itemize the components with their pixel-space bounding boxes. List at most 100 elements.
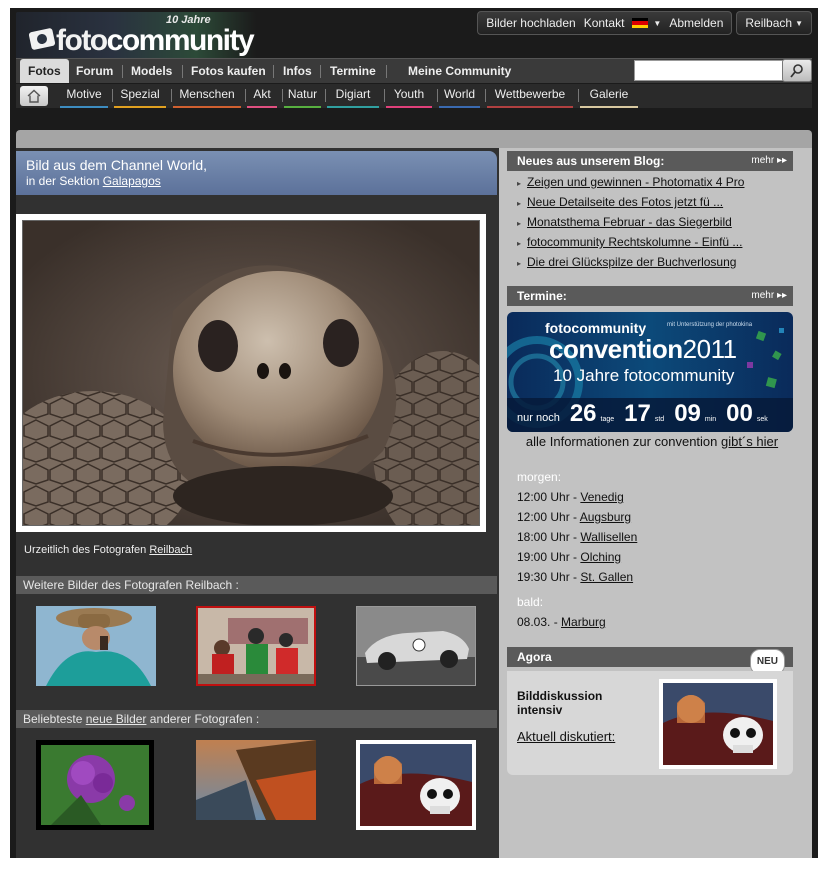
blog-item[interactable]: ▸ Die drei Glückspilze der Buchverlosung <box>507 252 793 272</box>
nav-models[interactable]: Models <box>131 59 172 83</box>
convention-tagline: 10 Jahre fotocommunity <box>553 366 735 385</box>
event-link[interactable]: Augsburg <box>580 510 631 524</box>
feature-title: Bild aus dem Channel World, <box>26 157 208 173</box>
subnav-wettbewerbe[interactable]: Wettbewerbe <box>487 84 573 106</box>
upload-link[interactable]: Bilder hochladen <box>486 16 575 30</box>
nav-meine-community[interactable]: Meine Community <box>408 59 511 83</box>
logout-link[interactable]: Abmelden <box>669 16 723 30</box>
home-icon <box>27 89 41 103</box>
fotocommunity-logo[interactable]: 10 Jahre fotocommunity <box>16 12 256 60</box>
username: Reilbach <box>745 16 793 30</box>
section-link-galapagos[interactable]: Galapagos <box>103 174 161 188</box>
bullet-arrow-icon: ▸ <box>517 219 522 228</box>
agora-discussion-title: Bilddiskussion intensiv <box>517 689 603 717</box>
convention-info: alle Informationen zur convention gibt´s… <box>525 434 779 449</box>
nav-infos[interactable]: Infos <box>283 59 312 83</box>
photographer-thumb[interactable] <box>36 606 156 686</box>
featured-photo[interactable] <box>16 214 486 532</box>
event-row: 08.03. - Marburg <box>517 615 606 629</box>
photo-credit: Urzeitlich des Fotografen Reilbach <box>24 544 193 556</box>
blog-item[interactable]: ▸ Neue Detailseite des Fotos jetzt fü ... <box>507 192 793 212</box>
search-input[interactable] <box>634 60 792 81</box>
popular-thumb[interactable] <box>356 740 476 830</box>
event-link[interactable]: Venedig <box>580 490 623 504</box>
account-toolbar: Bilder hochladen Kontakt ▼ Abmelden <box>477 11 733 35</box>
search-button[interactable] <box>782 59 812 82</box>
subnav-digiart[interactable]: Digiart <box>327 84 379 106</box>
sidebar: Neues aus unserem Blog: mehr ▸▸ ▸ Zeigen u… <box>499 148 812 858</box>
brand-wordmark: fotocommunity <box>56 24 255 57</box>
event-link[interactable]: Olching <box>580 550 621 564</box>
contact-link[interactable]: Kontakt <box>584 16 625 30</box>
event-row: 19:00 Uhr - Olching <box>517 550 622 564</box>
blog-item[interactable]: ▸ Monatsthema Februar - das Siegerbild <box>507 212 793 232</box>
tomorrow-label: morgen: <box>517 470 562 484</box>
more-by-photographer-heading: Weitere Bilder des Fotografen Reilbach : <box>16 576 497 594</box>
sub-nav: Motive Spezial Menschen Akt Natur Digiart Yout… <box>16 84 812 108</box>
subnav-akt[interactable]: Akt <box>247 84 277 106</box>
convention-banner[interactable]: fotocommunity mit Unterstützung der phot… <box>507 312 793 432</box>
bullet-arrow-icon: ▸ <box>517 179 522 188</box>
double-chevron-right-icon: ▸▸ <box>776 155 787 166</box>
subnav-motive[interactable]: Motive <box>60 84 108 106</box>
soon-label: bald: <box>517 595 544 609</box>
bullet-arrow-icon: ▸ <box>517 259 522 268</box>
user-menu-button[interactable]: Reilbach ▼ <box>736 11 812 35</box>
subnav-menschen[interactable]: Menschen <box>173 84 241 106</box>
agora-panel: Bilddiskussion intensiv Aktuell diskutie… <box>507 671 793 775</box>
feature-section: in der Sektion Galapagos <box>26 174 161 188</box>
subnav-spezial[interactable]: Spezial <box>114 84 166 106</box>
blog-heading: Neues aus unserem Blog: mehr ▸▸ <box>507 151 793 171</box>
subnav-youth[interactable]: Youth <box>386 84 432 106</box>
currently-discussed-link[interactable]: Aktuell diskutiert: <box>517 729 615 744</box>
convention-title: convention2011 <box>549 334 737 364</box>
tortoise-photo <box>22 220 480 526</box>
subnav-natur[interactable]: Natur <box>284 84 321 106</box>
subnav-world[interactable]: World <box>439 84 480 106</box>
search-icon <box>790 63 803 78</box>
popular-thumb[interactable] <box>196 740 316 820</box>
nav-fotos[interactable]: Fotos <box>20 59 69 83</box>
photographer-thumb[interactable] <box>196 606 316 686</box>
chevron-down-icon: ▼ <box>653 18 662 28</box>
main-nav: Fotos Forum Models Fotos kaufen Infos Te… <box>16 58 812 83</box>
convention-support: mit Unterstützung der photokina <box>667 322 753 328</box>
page-top-bar <box>16 130 812 148</box>
new-pictures-link[interactable]: neue Bilder <box>86 712 147 726</box>
home-button[interactable] <box>20 86 48 106</box>
double-chevron-right-icon: ▸▸ <box>776 290 787 301</box>
agora-thumb[interactable] <box>659 679 777 769</box>
popular-thumb[interactable] <box>36 740 154 830</box>
agora-heading: Agora NEU <box>507 647 793 675</box>
nav-forum[interactable]: Forum <box>76 59 113 83</box>
blog-item[interactable]: ▸ Zeigen und gewinnen - Photomatix 4 Pro <box>507 172 793 192</box>
event-link[interactable]: Wallisellen <box>580 530 637 544</box>
nav-fotos-kaufen[interactable]: Fotos kaufen <box>191 59 266 83</box>
blog-item[interactable]: ▸ fotocommunity Rechtskolumne - Einfü ... <box>507 232 793 252</box>
main-column: Bild aus dem Channel World, in der Sekti… <box>16 148 499 858</box>
page-body: Bild aus dem Channel World, in der Sekti… <box>10 108 818 858</box>
event-row: 12:00 Uhr - Venedig <box>517 490 624 504</box>
feature-caption: Bild aus dem Channel World, in der Sekti… <box>16 151 497 195</box>
german-flag-icon <box>632 18 649 28</box>
site-header: 10 Jahre fotocommunity Bilder hochladen … <box>10 8 818 108</box>
chevron-down-icon: ▼ <box>795 18 803 28</box>
convention-info-link[interactable]: gibt´s hier <box>721 434 778 449</box>
termine-more-link[interactable]: mehr ▸▸ <box>751 286 787 306</box>
event-link[interactable]: Marburg <box>561 615 606 629</box>
event-link[interactable]: St. Gallen <box>580 570 633 584</box>
photographer-thumb[interactable] <box>356 606 476 686</box>
termine-heading: Termine: mehr ▸▸ <box>507 286 793 306</box>
blog-more-link[interactable]: mehr ▸▸ <box>751 151 787 171</box>
nav-termine[interactable]: Termine <box>330 59 376 83</box>
bullet-arrow-icon: ▸ <box>517 239 522 248</box>
countdown: nur noch 26 tage 17 std 09 min 00 sek <box>517 400 768 427</box>
photographer-link[interactable]: Reilbach <box>149 544 192 556</box>
popular-heading: Beliebteste neue Bilder anderer Fotograf… <box>16 710 497 728</box>
event-row: 18:00 Uhr - Wallisellen <box>517 530 638 544</box>
event-row: 12:00 Uhr - Augsburg <box>517 510 632 524</box>
bullet-arrow-icon: ▸ <box>517 199 522 208</box>
language-selector[interactable]: ▼ <box>632 18 661 28</box>
event-row: 19:30 Uhr - St. Gallen <box>517 570 634 584</box>
subnav-galerie[interactable]: Galerie <box>580 84 638 106</box>
